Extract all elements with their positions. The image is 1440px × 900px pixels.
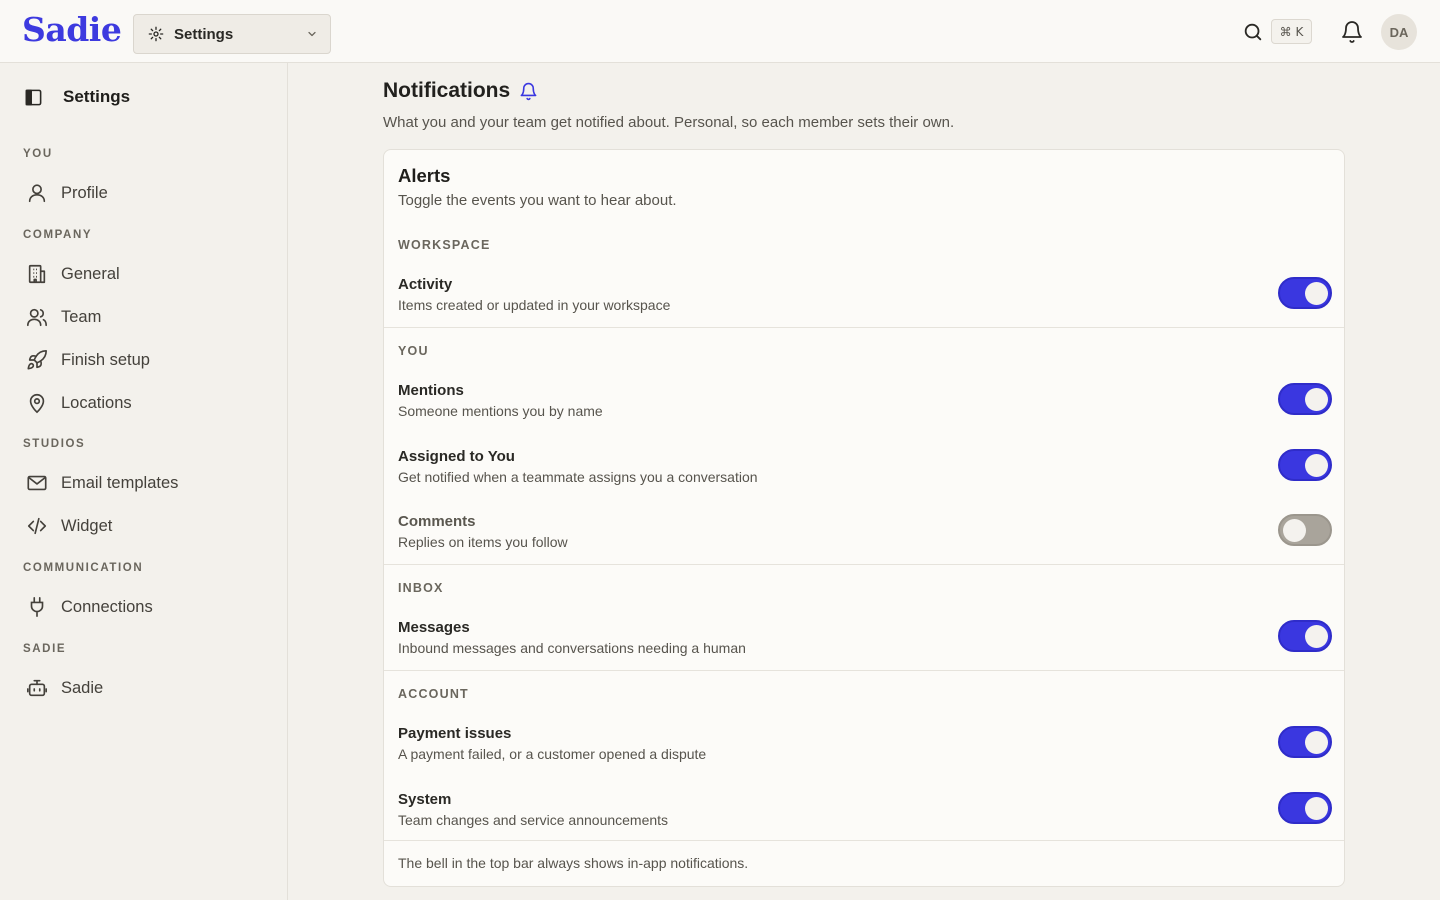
alert-description: Items created or updated in your workspa… (398, 297, 671, 313)
alert-title: System (398, 791, 452, 808)
section-label-studios: STUDIOS (23, 438, 86, 450)
sidebar-item-label: Locations (61, 393, 132, 412)
toggle-knob (1283, 519, 1306, 542)
alert-description: Someone mentions you by name (398, 403, 603, 419)
toggle-knob (1305, 454, 1328, 477)
alert-row-assigned: Assigned to You Get notified when a team… (398, 448, 1332, 488)
alert-description: Replies on items you follow (398, 534, 568, 550)
sidebar-item-label: Finish setup (61, 350, 150, 369)
sidebar-item-label: General (61, 264, 120, 283)
alert-title: Activity (398, 276, 453, 293)
alert-row-system: System Team changes and service announce… (398, 791, 1332, 831)
page-title-row: Notifications (383, 79, 538, 103)
alert-description: Get notified when a teammate assigns you… (398, 469, 758, 485)
alert-row-mentions: Mentions Someone mentions you by name (398, 382, 1332, 422)
sidebar-item-label: Connections (61, 597, 153, 616)
alerts-card: Alerts Toggle the events you want to hea… (383, 149, 1345, 887)
divider (384, 564, 1344, 565)
sidebar-item-connections[interactable]: Connections (26, 592, 153, 622)
card-title: Alerts (398, 165, 451, 186)
alert-row-comments: Comments Replies on items you follow (398, 513, 1332, 553)
sidebar-item-label: Email templates (61, 473, 179, 492)
alert-title: Mentions (398, 382, 464, 399)
sidebar-item-profile[interactable]: Profile (26, 178, 108, 208)
alert-description: A payment failed, or a customer opened a… (398, 746, 707, 762)
avatar[interactable]: DA (1381, 14, 1417, 50)
user-icon (28, 184, 46, 203)
sidebar-item-finish-setup[interactable]: Finish setup (26, 345, 150, 375)
toggle-knob (1305, 388, 1328, 411)
sidebar-item-team[interactable]: Team (26, 302, 101, 332)
sidebar-header: Settings (24, 87, 130, 107)
alert-row-payment-issues: Payment issues A payment failed, or a cu… (398, 725, 1332, 765)
card-subtitle: Toggle the events you want to hear about… (398, 192, 677, 209)
alert-description: Team changes and service announcements (398, 812, 669, 828)
bell-icon[interactable] (1340, 20, 1364, 44)
users-icon (27, 308, 47, 327)
page-description: What you and your team get notified abou… (383, 114, 955, 131)
comments-toggle[interactable] (1278, 514, 1332, 546)
group-label-you: YOU (398, 344, 429, 358)
sidebar-item-label: Sadie (61, 678, 104, 697)
rocket-icon (27, 350, 47, 370)
sidebar-item-label: Profile (61, 183, 108, 202)
group-label-account: ACCOUNT (398, 687, 469, 701)
code-icon (27, 517, 47, 535)
page-title: Notifications (383, 79, 511, 102)
group-label-inbox: INBOX (398, 581, 444, 595)
alert-title: Assigned to You (398, 448, 515, 465)
payment-issues-toggle[interactable] (1278, 726, 1332, 758)
assigned-toggle[interactable] (1278, 449, 1332, 481)
sidebar-item-sadie[interactable]: Sadie (26, 673, 103, 703)
sidebar-item-email-templates[interactable]: Email templates (26, 468, 178, 498)
building-icon (28, 264, 46, 284)
gear-icon (148, 26, 164, 42)
sidebar-title: Settings (63, 87, 131, 106)
divider (384, 327, 1344, 328)
toggle-knob (1305, 282, 1328, 305)
mentions-toggle[interactable] (1278, 383, 1332, 415)
workspace-select-label: Settings (174, 25, 234, 43)
sidebar-item-label: Team (61, 307, 102, 326)
mail-icon (27, 475, 47, 491)
bell-icon (520, 82, 537, 100)
alert-title: Comments (398, 513, 476, 530)
section-label-sadie: SADIE (23, 643, 67, 655)
group-label-workspace: WORKSPACE (398, 238, 491, 252)
divider (384, 840, 1344, 841)
alert-row-activity: Activity Items created or updated in you… (398, 276, 1332, 316)
toggle-knob (1305, 797, 1328, 820)
sidebar-item-label: Widget (61, 516, 113, 535)
sidebar-toggle-icon[interactable] (24, 88, 43, 107)
search-icon[interactable] (1242, 21, 1264, 43)
sidebar-item-general[interactable]: General (26, 259, 120, 289)
sidebar: Settings YOU Profile COMPANY General Tea… (0, 63, 288, 900)
sidebar-item-widget[interactable]: Widget (26, 511, 112, 541)
card-footer-note: The bell in the top bar always shows in-… (398, 855, 749, 871)
chevron-down-icon (308, 31, 316, 37)
section-label-communication: COMMUNICATION (23, 562, 144, 574)
section-label-you: YOU (23, 148, 53, 160)
alert-row-messages: Messages Inbound messages and conversati… (398, 619, 1332, 659)
messages-toggle[interactable] (1278, 620, 1332, 652)
toggle-knob (1305, 731, 1328, 754)
toggle-knob (1305, 625, 1328, 648)
activity-toggle[interactable] (1278, 277, 1332, 309)
alert-title: Messages (398, 619, 470, 636)
search-shortcut-badge: ⌘ K (1271, 19, 1312, 44)
workspace-select[interactable]: Settings (133, 14, 331, 54)
bot-icon (27, 679, 47, 697)
map-pin-icon (29, 393, 45, 414)
divider (384, 670, 1344, 671)
alert-title: Payment issues (398, 725, 512, 742)
system-toggle[interactable] (1278, 792, 1332, 824)
plug-icon (30, 597, 44, 617)
sidebar-item-locations[interactable]: Locations (26, 388, 132, 418)
logo[interactable]: Sadie (22, 10, 122, 49)
section-label-company: COMPANY (23, 229, 93, 241)
top-bar: Sadie Settings ⌘ K DA (0, 0, 1440, 63)
alert-description: Inbound messages and conversations needi… (398, 640, 746, 656)
